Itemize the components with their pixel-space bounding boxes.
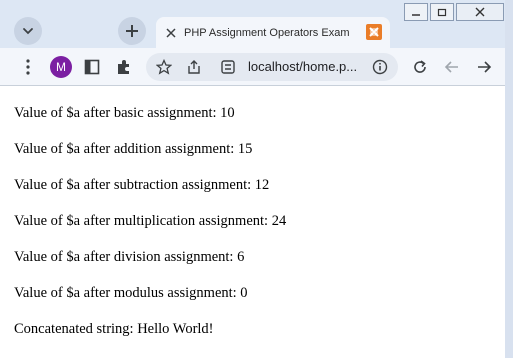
close-window-button[interactable] <box>456 3 504 21</box>
puzzle-icon <box>118 60 129 74</box>
page-info-button[interactable] <box>370 57 390 77</box>
star-icon <box>156 59 172 75</box>
output-line: Value of $a after basic assignment: 10 <box>14 105 235 121</box>
avatar[interactable]: M <box>50 56 72 78</box>
window-controls <box>404 3 509 23</box>
browser-chrome: PHP Assignment Operators Exam M localhos… <box>0 0 513 86</box>
output-line: Value of $a after subtraction assignment… <box>14 177 270 193</box>
address-bar[interactable]: localhost/home.p... <box>146 53 398 81</box>
plus-icon <box>126 25 138 37</box>
arrow-left-icon <box>444 61 458 73</box>
output-line: Value of $a after division assignment: 6 <box>14 249 245 265</box>
tab-strip: PHP Assignment Operators Exam <box>0 0 513 49</box>
extensions-button[interactable] <box>114 57 134 77</box>
minimize-button[interactable] <box>404 3 428 21</box>
bookmark-star-button[interactable] <box>154 57 174 77</box>
browser-toolbar: M localhost/home.p... <box>0 48 513 86</box>
arrow-right-icon <box>478 61 492 73</box>
share-icon <box>188 60 200 74</box>
reload-button[interactable] <box>410 57 430 77</box>
xampp-favicon-icon <box>366 24 382 40</box>
maximize-button[interactable] <box>430 3 454 21</box>
minimize-icon <box>412 14 420 16</box>
url-text[interactable]: localhost/home.p... <box>248 59 357 74</box>
side-panel-button[interactable] <box>82 57 102 77</box>
page-content: Value of $a after basic assignment: 10 V… <box>0 87 505 358</box>
close-tab-button[interactable] <box>164 26 178 40</box>
tab-title: PHP Assignment Operators Exam <box>184 27 350 39</box>
output-line: Value of $a after multiplication assignm… <box>14 213 287 229</box>
output-line: Concatenated string: Hello World! <box>14 321 214 337</box>
output-line: Value of $a after modulus assignment: 0 <box>14 285 248 301</box>
side-panel-icon <box>84 59 100 75</box>
new-tab-button[interactable] <box>118 17 146 45</box>
tab-search-button[interactable] <box>14 17 42 45</box>
forward-button[interactable] <box>474 57 494 77</box>
output-line: Value of $a after addition assignment: 1… <box>14 141 253 157</box>
reload-icon <box>414 60 426 73</box>
menu-button[interactable] <box>18 57 38 77</box>
kebab-menu-icon <box>26 59 30 75</box>
info-icon <box>372 59 388 75</box>
close-icon <box>475 7 485 17</box>
site-info-button[interactable] <box>218 57 238 77</box>
restore-icon <box>437 8 447 17</box>
share-button[interactable] <box>184 57 204 77</box>
chevron-down-icon <box>23 28 33 35</box>
close-icon <box>166 28 176 38</box>
tab-active[interactable]: PHP Assignment Operators Exam <box>156 17 390 49</box>
window-frame <box>505 0 513 358</box>
site-info-icon <box>221 60 235 74</box>
back-button[interactable] <box>442 57 462 77</box>
